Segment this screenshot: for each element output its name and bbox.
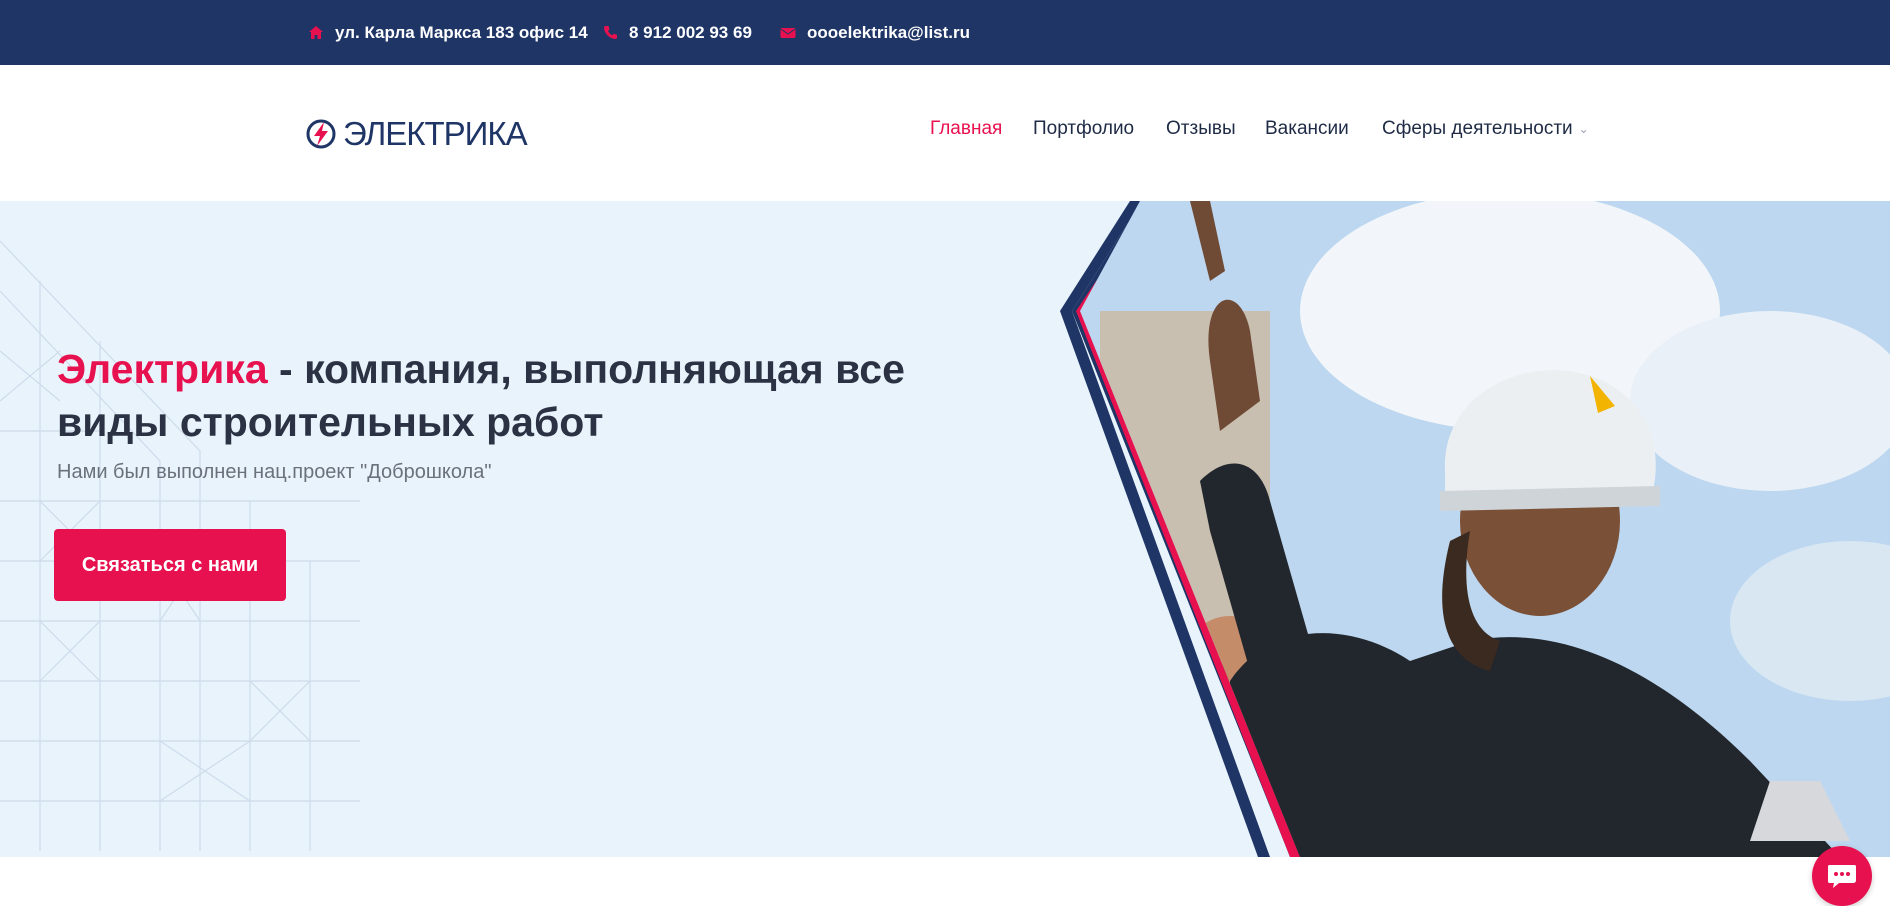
hero-headline: Электрика - компания, выполняющая все ви… (57, 343, 957, 449)
address-item: ул. Карла Маркса 183 офис 14 (307, 0, 588, 65)
nav-vacancies[interactable]: Вакансии (1265, 118, 1349, 140)
logo[interactable]: ЭЛЕКТРИКА (305, 113, 528, 155)
hero-subtext: Нами был выполнен нац.проект "Доброшкола… (57, 461, 492, 483)
logo-text: ЭЛЕКТРИКА (343, 115, 528, 152)
chat-bubble-button[interactable] (1812, 846, 1872, 906)
home-icon (307, 24, 325, 42)
hero-section: Электрика - компания, выполняющая все ви… (0, 201, 1890, 857)
contact-us-button[interactable]: Связаться с нами (54, 529, 286, 601)
phone-text: 8 912 002 93 69 (629, 22, 752, 42)
nav-portfolio[interactable]: Портфолио (1033, 118, 1134, 140)
phone-icon (601, 24, 619, 42)
email-text: oooelektrika@list.ru (807, 22, 971, 42)
hero-brand-word: Электрика (57, 346, 268, 392)
address-text: ул. Карла Маркса 183 офис 14 (335, 22, 588, 42)
nav-reviews[interactable]: Отзывы (1166, 118, 1236, 140)
chat-bubble-icon (1828, 865, 1856, 888)
nav-home[interactable]: Главная (930, 118, 1002, 140)
bottom-strip (0, 857, 1890, 905)
site-header: ЭЛЕКТРИКА Главная Портфолио Отзывы Вакан… (0, 65, 1890, 201)
email-item[interactable]: oooelektrika@list.ru (779, 0, 970, 65)
hero-worker-photo (1060, 201, 1890, 857)
nav-activities-label: Сферы деятельности (1382, 118, 1573, 139)
lightning-bolt-icon (306, 119, 336, 149)
phone-item[interactable]: 8 912 002 93 69 (601, 0, 752, 65)
envelope-icon (779, 24, 797, 42)
top-contact-bar: ул. Карла Маркса 183 офис 14 8 912 002 9… (0, 0, 1890, 65)
nav-activities-dropdown[interactable]: Сферы деятельности ⌄ (1382, 118, 1589, 140)
chevron-down-icon: ⌄ (1578, 121, 1589, 136)
